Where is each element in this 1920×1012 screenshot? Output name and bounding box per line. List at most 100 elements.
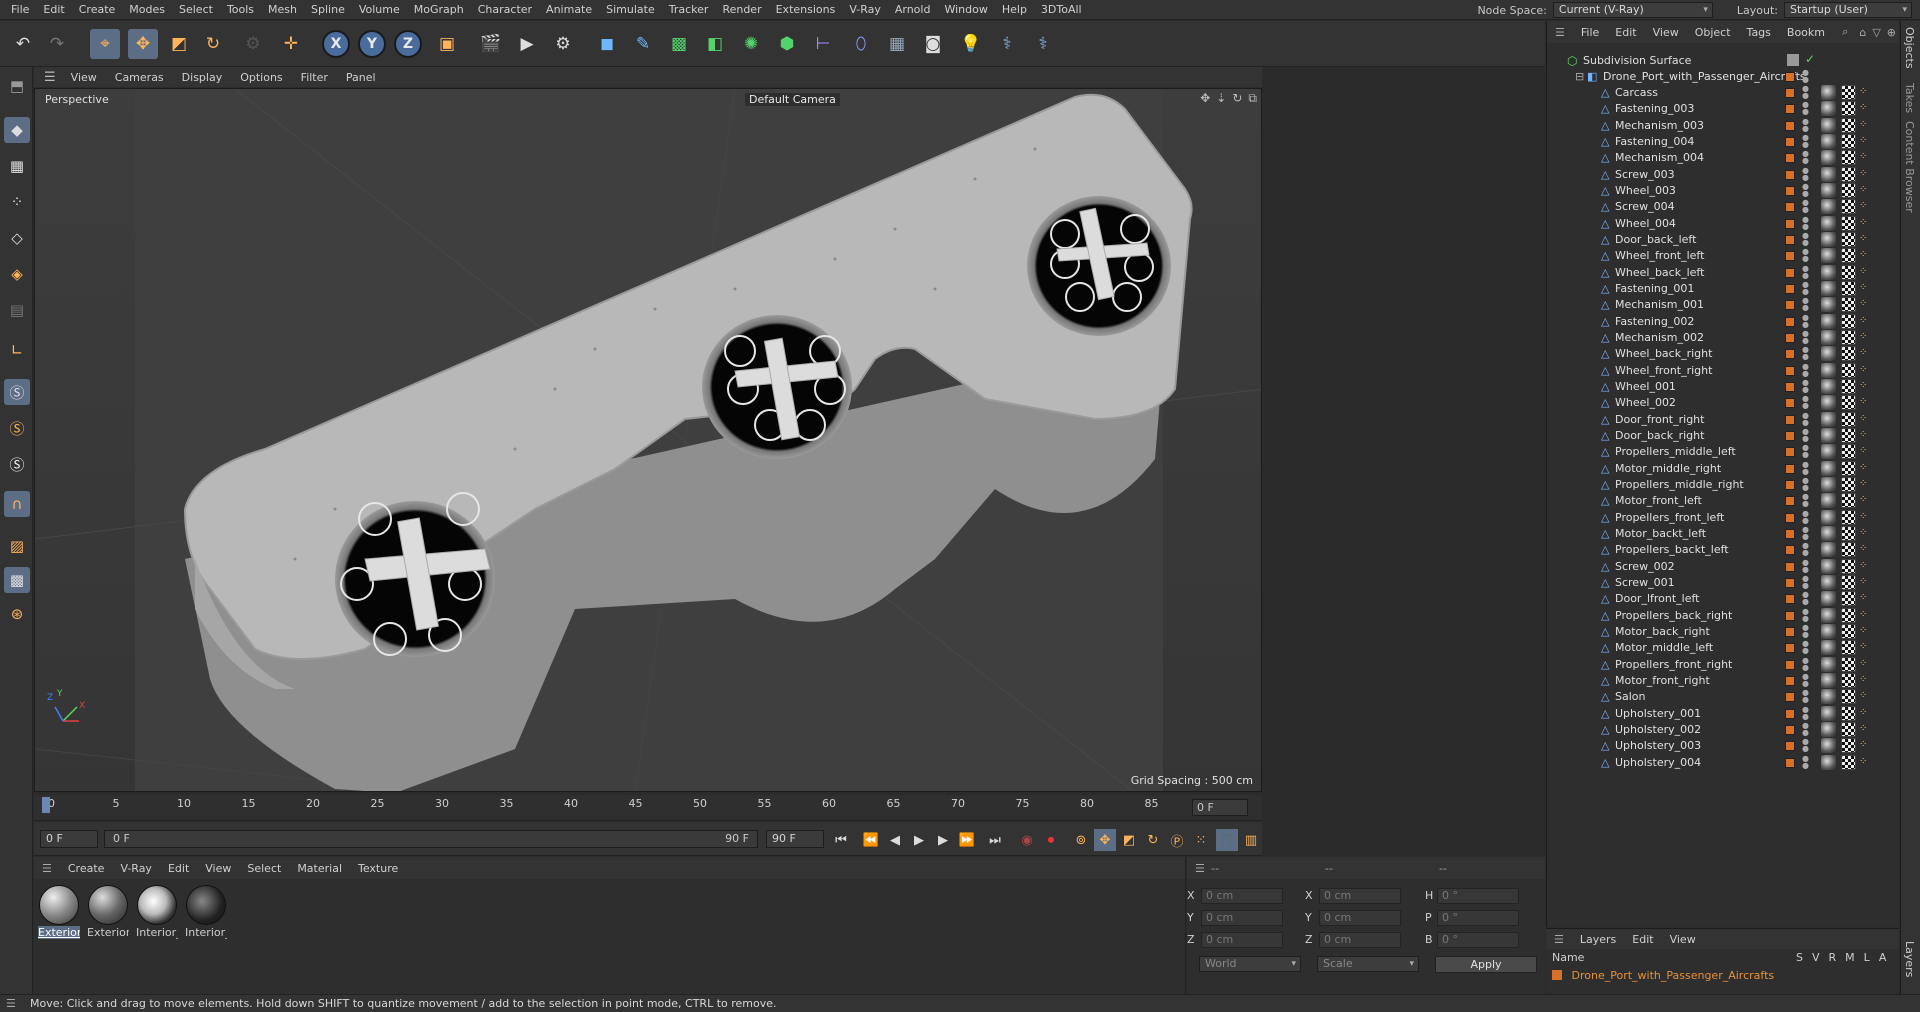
object-menu-icon[interactable]: ☰	[1547, 26, 1573, 39]
goto-end-icon[interactable]: ⏭	[984, 829, 1006, 851]
material-menu-v-ray[interactable]: V-Ray	[112, 862, 160, 875]
motion-icon[interactable]: 🎵	[1216, 829, 1238, 851]
object-menu-file[interactable]: File	[1573, 26, 1607, 39]
redo-icon[interactable]: ↷	[42, 29, 72, 59]
selection-tag-icon[interactable]: ⁘	[1859, 380, 1871, 392]
magnet-icon[interactable]: ∩	[4, 491, 30, 517]
cube-icon[interactable]: ◼	[592, 29, 622, 59]
size-x-field[interactable]: 0 cm	[1319, 888, 1401, 904]
phong-tag-icon[interactable]	[1821, 591, 1836, 607]
material-tag-icon[interactable]	[1841, 346, 1856, 362]
selection-tag-icon[interactable]: ⁘	[1859, 282, 1871, 294]
layer-row[interactable]: Drone_Port_with_Passenger_Aircrafts	[1552, 969, 1774, 982]
material-tag-icon[interactable]	[1841, 231, 1856, 247]
viewport-menu-options[interactable]: Options	[231, 71, 291, 84]
deformer-icon[interactable]: ⊢	[808, 29, 838, 59]
material-tag-icon[interactable]	[1841, 329, 1856, 345]
phong-tag-icon[interactable]	[1821, 150, 1836, 166]
autokey-icon[interactable]: ⏺	[1040, 829, 1062, 851]
python-icon[interactable]: ⚕	[992, 29, 1022, 59]
move-tool-icon[interactable]: ✥	[128, 29, 158, 59]
menu-file[interactable]: File	[4, 0, 36, 20]
material-tag-icon[interactable]	[1841, 754, 1856, 770]
selection-tag-icon[interactable]: ⁘	[1859, 364, 1871, 376]
material-tag-icon[interactable]	[1841, 280, 1856, 296]
material-menu-create[interactable]: Create	[60, 862, 113, 875]
material-tag-icon[interactable]	[1841, 460, 1856, 476]
visibility-dots[interactable]: ● ●	[1802, 117, 1809, 132]
material-tag-icon[interactable]	[1841, 297, 1856, 313]
pos-y-field[interactable]: 0 cm	[1201, 910, 1283, 926]
key-param-icon[interactable]: Ⓟ	[1166, 829, 1188, 851]
menu-select[interactable]: Select	[172, 0, 220, 20]
selection-tag-icon[interactable]: ⁘	[1859, 478, 1871, 490]
selection-tag-icon[interactable]: ⁘	[1859, 331, 1871, 343]
phong-tag-icon[interactable]	[1821, 460, 1836, 476]
visibility-dots[interactable]: ● ●	[1802, 754, 1809, 769]
search-icon[interactable]: ⌕	[1834, 25, 1856, 39]
pen-icon[interactable]: ✎	[628, 29, 658, 59]
menu-mesh[interactable]: Mesh	[261, 0, 304, 20]
phong-tag-icon[interactable]	[1821, 672, 1836, 688]
pos-z-field[interactable]: 0 cm	[1201, 932, 1283, 948]
selection-tag-icon[interactable]: ⁘	[1859, 576, 1871, 588]
viewport-camera-label[interactable]: Default Camera	[745, 93, 840, 106]
visibility-dots[interactable]: ● ●	[1802, 623, 1809, 638]
menu-animate[interactable]: Animate	[539, 0, 599, 20]
size-z-field[interactable]: 0 cm	[1319, 932, 1401, 948]
rot-p-field[interactable]: 0 °	[1437, 910, 1519, 926]
object-menu-edit[interactable]: Edit	[1607, 26, 1644, 39]
phong-tag-icon[interactable]	[1821, 215, 1836, 231]
current-frame-field[interactable]: 0 F	[1192, 799, 1248, 816]
menu-volume[interactable]: Volume	[352, 0, 407, 20]
array-icon[interactable]: ⬢	[772, 29, 802, 59]
phong-tag-icon[interactable]	[1821, 656, 1836, 672]
recent-tool-icon[interactable]: ⚙	[238, 29, 268, 59]
material-tag-icon[interactable]	[1841, 689, 1856, 705]
points-mode-icon[interactable]: ⁘	[4, 189, 30, 215]
phong-tag-icon[interactable]	[1821, 313, 1836, 329]
pos-x-field[interactable]: 0 cm	[1201, 888, 1283, 904]
viewport-menu-filter[interactable]: Filter	[292, 71, 337, 84]
key-pla-icon[interactable]: ⁙	[1190, 829, 1212, 851]
material-tag-icon[interactable]	[1841, 509, 1856, 525]
grid-icon[interactable]: ▨	[4, 533, 30, 559]
menu-v-ray[interactable]: V-Ray	[842, 0, 888, 20]
select-tool-icon[interactable]: ⌖	[90, 29, 120, 59]
material-tag-icon[interactable]	[1841, 248, 1856, 264]
visibility-dots[interactable]: ● ●	[1802, 231, 1809, 246]
snap-icon[interactable]: Ⓢ	[4, 379, 30, 405]
menu-extensions[interactable]: Extensions	[769, 0, 843, 20]
phong-tag-icon[interactable]	[1821, 493, 1836, 509]
selection-tag-icon[interactable]: ⁘	[1859, 445, 1871, 457]
object-menu-view[interactable]: View	[1645, 26, 1687, 39]
material-tag-icon[interactable]	[1841, 525, 1856, 541]
visibility-dots[interactable]: ● ●	[1802, 656, 1809, 671]
selection-tag-icon[interactable]: ⁘	[1859, 102, 1871, 114]
visibility-dots[interactable]: ● ●	[1802, 476, 1809, 491]
visibility-dots[interactable]: ● ●	[1802, 378, 1809, 393]
undo-icon[interactable]: ↶	[8, 29, 38, 59]
filter-icon[interactable]: ▽	[1869, 26, 1883, 39]
material-tag-icon[interactable]	[1841, 591, 1856, 607]
selection-tag-icon[interactable]: ⁘	[1859, 527, 1871, 539]
material-swatch[interactable]: Interior_	[185, 885, 227, 943]
orbit-icon[interactable]: ↻	[1232, 91, 1242, 106]
material-tag-icon[interactable]	[1841, 215, 1856, 231]
coordinate-system-icon[interactable]: ▣	[432, 29, 462, 59]
visibility-dots[interactable]: ● ●	[1802, 689, 1809, 704]
scale-tool-icon[interactable]: ◩	[164, 29, 194, 59]
material-tag-icon[interactable]	[1841, 607, 1856, 623]
pan-icon[interactable]: ✥	[1200, 91, 1210, 106]
visibility-dots[interactable]: ● ●	[1802, 313, 1809, 328]
phong-tag-icon[interactable]	[1821, 199, 1836, 215]
selection-tag-icon[interactable]: ⁘	[1859, 674, 1871, 686]
phong-tag-icon[interactable]	[1821, 166, 1836, 182]
menu-help[interactable]: Help	[995, 0, 1034, 20]
start-frame-field[interactable]: 0 F	[40, 830, 98, 848]
selection-tag-icon[interactable]: ⁘	[1859, 625, 1871, 637]
phong-tag-icon[interactable]	[1821, 231, 1836, 247]
frame-range-slider[interactable]: 0 F 90 F	[104, 830, 758, 848]
selection-tag-icon[interactable]: ⁘	[1859, 315, 1871, 327]
selection-tag-icon[interactable]: ⁘	[1859, 690, 1871, 702]
